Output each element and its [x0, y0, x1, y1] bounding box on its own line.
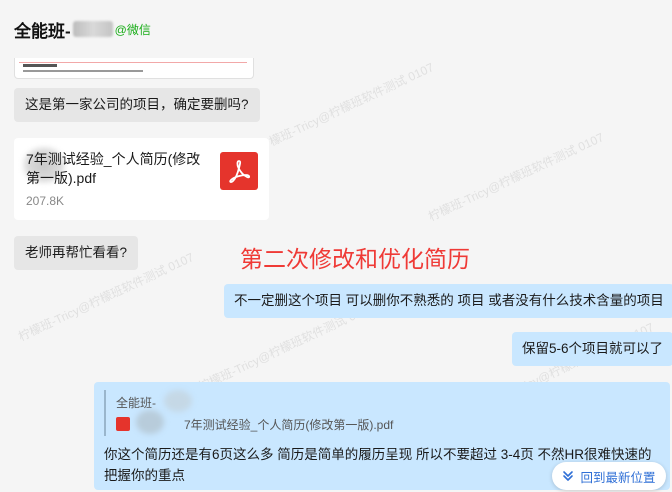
quoted-file-name: 7年测试经验_个人简历(修改第一版).pdf [184, 418, 394, 432]
file-message-card[interactable]: 7年测试经验_个人简历(修改第一版).pdf 207.8K [14, 138, 269, 220]
quoted-message[interactable]: 全能班- 7年测试经验_个人简历(修改第一版).pdf [104, 390, 416, 436]
wechat-tag: @微信 [114, 22, 151, 37]
jump-to-latest-label: 回到最新位置 [580, 470, 656, 485]
image-detail [23, 64, 57, 67]
redacted-name [72, 21, 113, 37]
double-chevron-down-icon [562, 470, 574, 482]
file-name: 7年测试经验_个人简历(修改第一版).pdf [26, 151, 201, 186]
watermark: 柠檬班-Tricy@柠檬班软件测试 0107 [426, 130, 606, 224]
message-bubble-left[interactable]: 这是第一家公司的项目，确定要删吗? [14, 88, 260, 122]
message-bubble-left[interactable]: 老师再帮忙看看? [14, 236, 139, 270]
image-detail [23, 70, 143, 72]
annotation-text: 第二次修改和优化简历 [240, 246, 470, 272]
message-bubble-right[interactable]: 保留5-6个项目就可以了 [512, 332, 672, 366]
watermark: 柠檬班-Tricy@柠檬班软件测试 0107 [256, 60, 436, 154]
image-message-fragment[interactable] [14, 58, 254, 79]
chat-header: 全能班- @微信 [0, 0, 672, 58]
contact-name: 全能班- [14, 21, 71, 41]
pdf-icon [220, 152, 258, 190]
quoted-sender: 全能班- [116, 396, 156, 410]
message-bubble-right[interactable]: 不一定删这个项目 可以删你不熟悉的 项目 或者没有什么技术含量的项目 [224, 284, 672, 318]
redacted-name [164, 390, 192, 412]
jump-to-latest-button[interactable]: 回到最新位置 [552, 462, 666, 490]
redacted-filename-part [136, 410, 164, 434]
file-size: 207.8K [26, 194, 65, 208]
message-list[interactable]: 柠檬班-Tricy@柠檬班软件测试 0107 柠檬班-Tricy@柠檬班软件测试… [0, 58, 672, 492]
image-detail [19, 62, 247, 63]
pdf-icon [116, 417, 130, 431]
